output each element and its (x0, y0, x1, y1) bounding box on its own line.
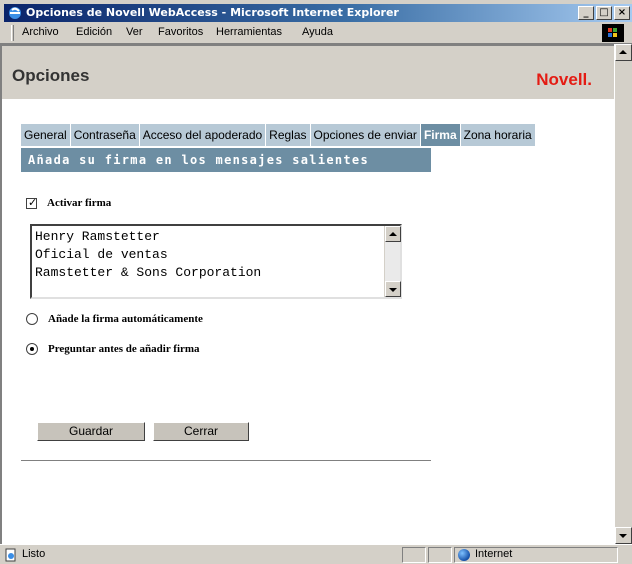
toolbar-grip (11, 25, 14, 41)
tab-acceso-apoderado[interactable]: Acceso del apoderado (139, 124, 267, 146)
ask-before-label: Preguntar antes de añadir firma (48, 343, 200, 355)
close-button[interactable]: × (614, 6, 630, 20)
window-title: Opciones de Novell WebAccess - Microsoft… (26, 6, 399, 19)
maximize-button[interactable]: □ (596, 6, 612, 20)
save-button[interactable]: Guardar (37, 422, 145, 441)
auto-add-row: Añade la firma automáticamente (26, 312, 203, 326)
scroll-down-button[interactable] (385, 281, 401, 297)
novell-logo: Novell. (536, 70, 592, 89)
internet-explorer-icon (9, 7, 21, 19)
status-text: Listo (22, 548, 46, 560)
globe-icon (458, 549, 470, 561)
arrow-up-icon (619, 50, 627, 54)
menu-herramientas[interactable]: Herramientas (216, 26, 282, 38)
menu-ver[interactable]: Ver (126, 26, 143, 38)
divider (21, 460, 431, 462)
tab-general[interactable]: General (21, 124, 71, 146)
page-title: Opciones (12, 66, 90, 85)
tab-firma[interactable]: Firma (420, 124, 461, 146)
tab-opciones-enviar[interactable]: Opciones de enviar (310, 124, 421, 146)
page-content: Opciones Novell. General Contraseña Acce… (0, 44, 614, 544)
status-cell (428, 547, 452, 563)
page-scroll-down-button[interactable] (615, 527, 632, 544)
status-cell (402, 547, 426, 563)
menu-archivo[interactable]: Archivo (22, 26, 59, 38)
tab-reglas[interactable]: Reglas (266, 124, 311, 146)
enable-signature-row: ✓ Activar firma (26, 196, 111, 210)
tab-zona-horaria[interactable]: Zona horaria (460, 124, 536, 146)
tab-bar: General Contraseña Acceso del apoderado … (21, 124, 536, 146)
auto-add-radio[interactable] (26, 313, 38, 325)
signature-textarea[interactable]: Henry Ramstetter Oficial de ventas Ramst… (30, 224, 402, 299)
enable-signature-checkbox[interactable]: ✓ (26, 196, 37, 209)
arrow-down-icon (389, 288, 397, 292)
page-scroll-up-button[interactable] (615, 44, 632, 61)
scroll-up-button[interactable] (385, 226, 401, 242)
page-scrollbar[interactable] (614, 44, 632, 544)
status-bar: Listo Internet (0, 544, 632, 564)
windows-logo-icon (602, 24, 624, 42)
ask-before-row: Preguntar antes de añadir firma (26, 342, 200, 356)
page-icon (5, 548, 16, 562)
auto-add-label: Añade la firma automáticamente (48, 313, 203, 325)
minimize-button[interactable]: _ (578, 6, 594, 20)
options-header: Opciones Novell. (2, 46, 614, 99)
close-dialog-button[interactable]: Cerrar (153, 422, 249, 441)
signature-text: Henry Ramstetter Oficial de ventas Ramst… (35, 229, 262, 280)
title-bar: Opciones de Novell WebAccess - Microsoft… (4, 4, 632, 22)
tab-contrasena[interactable]: Contraseña (70, 124, 140, 146)
menu-ayuda[interactable]: Ayuda (302, 26, 333, 38)
arrow-down-icon (619, 534, 627, 538)
menu-favoritos[interactable]: Favoritos (158, 26, 203, 38)
textarea-scrollbar[interactable] (384, 226, 401, 297)
browser-window: Opciones de Novell WebAccess - Microsoft… (0, 0, 632, 564)
arrow-up-icon (389, 232, 397, 236)
menu-bar: Archivo Edición Ver Favoritos Herramient… (0, 22, 632, 44)
enable-signature-label: Activar firma (47, 197, 112, 209)
menu-edicion[interactable]: Edición (76, 26, 112, 38)
zone-text: Internet (475, 548, 513, 560)
section-heading: Añada su firma en los mensajes salientes (21, 148, 431, 172)
ask-before-radio[interactable] (26, 343, 38, 355)
options-panel: General Contraseña Acceso del apoderado … (2, 99, 614, 544)
